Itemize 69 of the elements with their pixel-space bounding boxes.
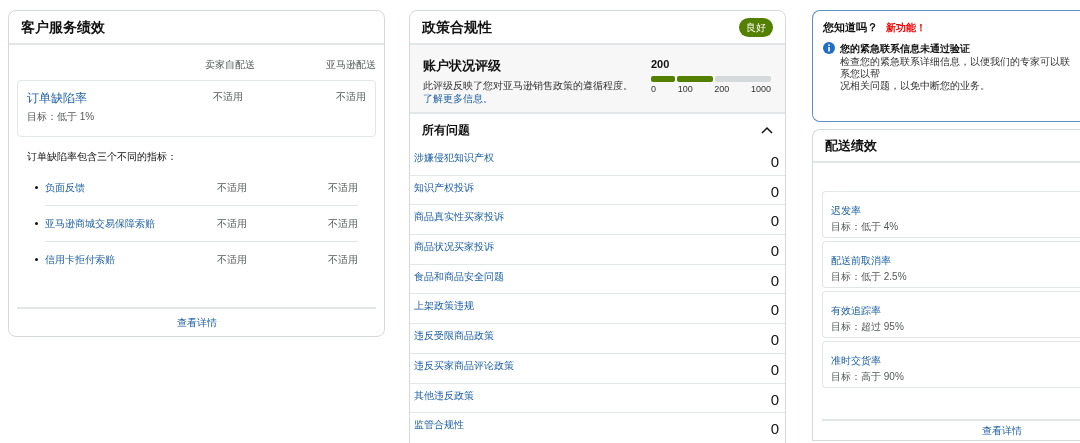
column-header: 亚马逊配送	[325, 58, 376, 72]
metric-value: 不适用	[335, 90, 366, 104]
info-icon	[823, 41, 835, 54]
issue-link[interactable]: 商品真实性买家投诉	[414, 209, 504, 225]
notice-title: 您知道吗？	[823, 20, 878, 35]
section-title: 所有问题	[422, 122, 470, 139]
metric-link[interactable]: 信用卡拒付索赔	[45, 252, 115, 267]
notice-heading: 您的紧急联系信息未通过验证	[840, 41, 971, 56]
details-link[interactable]: 查看详情	[982, 423, 1022, 438]
rating-score: 200	[651, 57, 671, 72]
metric-link[interactable]: 亚马逊商城交易保障索赔	[45, 216, 155, 231]
issue-count: 0	[770, 182, 779, 201]
metric-target: 目标：低于 1%	[27, 110, 96, 124]
issue-link[interactable]: 知识产权投诉	[414, 179, 474, 195]
issue-link[interactable]: 食品和商品安全问题	[414, 268, 504, 284]
new-feature-tag: 新功能！	[886, 19, 926, 35]
metric-link[interactable]: 配送前取消率	[831, 253, 891, 268]
issue-count: 0	[770, 153, 779, 171]
issue-count: 0	[770, 242, 779, 261]
issue-link[interactable]: 商品状况买家投诉	[414, 239, 494, 255]
issue-count: 0	[770, 390, 779, 409]
issue-link[interactable]: 上架政策违规	[414, 298, 474, 314]
bullet-icon	[35, 186, 38, 189]
metric-value: 不适用	[327, 253, 358, 267]
tick-label: 1000	[750, 82, 771, 96]
issue-link[interactable]: 涉嫌侵犯知识产权	[414, 150, 494, 165]
card-title: 配送绩效	[825, 136, 877, 155]
issue-link[interactable]: 违反买家商品评论政策	[414, 357, 514, 373]
issue-link[interactable]: 违反受限商品政策	[414, 328, 494, 344]
issue-count: 0	[770, 420, 779, 439]
metric-target: 目标：低于 4%	[831, 220, 900, 234]
metric-value: 不适用	[327, 217, 358, 231]
card-title: 客户服务绩效	[21, 17, 105, 37]
metric-value: 不适用	[216, 217, 248, 231]
metric-link[interactable]: 迟发率	[831, 203, 861, 218]
tick-label: 200	[714, 82, 730, 96]
issue-count: 0	[770, 331, 779, 350]
issue-count: 0	[770, 301, 779, 320]
status-badge: 良好	[739, 17, 773, 37]
issue-link[interactable]: 其他违反政策	[414, 387, 474, 403]
details-link[interactable]: 查看详情	[176, 315, 217, 330]
issue-count: 0	[770, 271, 779, 290]
notice-text: 检查您的紧急联系详细信息，以便我们的专家可以联系您以帮	[840, 55, 1070, 80]
metric-target: 目标：高于 90%	[831, 370, 905, 384]
tick-label: 100	[677, 82, 693, 96]
card-title: 政策合规性	[422, 17, 492, 37]
metric-value: 不适用	[212, 90, 244, 104]
metric-link[interactable]: 订单缺陷率	[27, 89, 87, 107]
intro-text: 订单缺陷率包含三个不同的指标：	[26, 150, 178, 164]
tick-label: 0	[651, 82, 656, 96]
bullet-icon	[35, 258, 38, 261]
issue-count: 0	[770, 212, 779, 231]
column-header: 卖家自配送	[204, 58, 256, 72]
metric-value: 不适用	[216, 181, 248, 195]
metric-target: 目标：低于 2.5%	[831, 270, 908, 284]
metric-link[interactable]: 准时交货率	[831, 353, 881, 368]
metric-value: 不适用	[216, 253, 248, 267]
notice-text: 况相关问题，以免中断您的业务。	[840, 79, 991, 92]
rating-description: 此评级反映了您对亚马逊销售政策的遵循程度。 了解更多信息。	[423, 78, 634, 105]
metric-link[interactable]: 负面反馈	[45, 180, 85, 195]
issue-count: 0	[770, 360, 779, 379]
metric-target: 目标：超过 95%	[831, 320, 905, 334]
metric-value: 不适用	[327, 181, 358, 195]
bullet-icon	[35, 222, 38, 225]
chevron-up-icon[interactable]	[761, 126, 773, 134]
rating-title: 账户状况评级	[423, 57, 502, 75]
metric-link[interactable]: 有效追踪率	[831, 303, 881, 318]
learn-more-link[interactable]: 了解更多信息。	[423, 92, 493, 104]
issue-link[interactable]: 监管合规性	[414, 417, 464, 433]
